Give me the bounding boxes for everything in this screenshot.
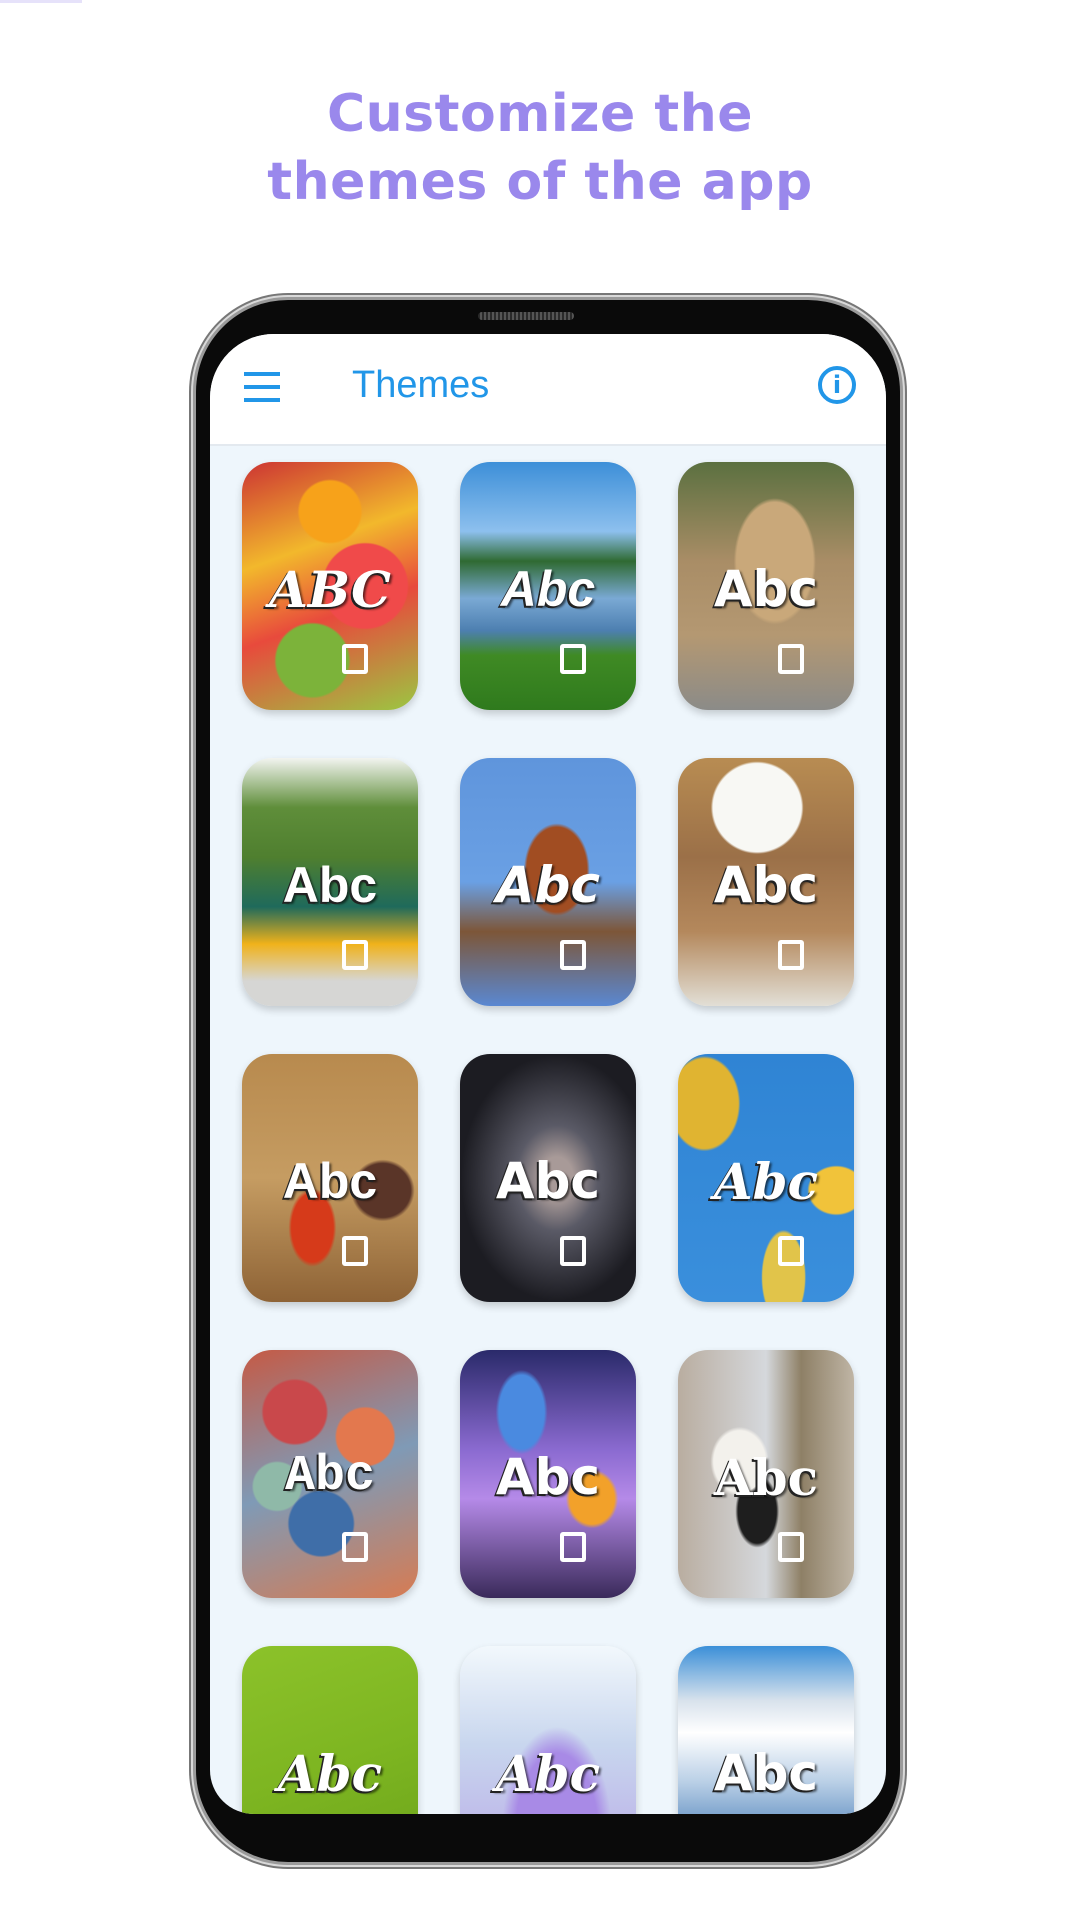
theme-preview-text: Abc bbox=[495, 1744, 601, 1803]
theme-card-balloons[interactable]: Abc bbox=[678, 1054, 854, 1302]
page-title: Themes bbox=[352, 364, 490, 406]
theme-checkbox[interactable] bbox=[778, 940, 804, 970]
theme-preview-text: Abc bbox=[500, 561, 596, 617]
theme-card-stones[interactable]: Abc bbox=[242, 1350, 418, 1598]
theme-card-galaxy[interactable]: Abc bbox=[460, 1054, 636, 1302]
headline-line-2: themes of the app bbox=[267, 152, 813, 212]
theme-preview-text: Abc bbox=[713, 1744, 819, 1802]
theme-card-leaf[interactable]: Abc bbox=[242, 1646, 418, 1814]
theme-card-mountain[interactable]: Abc bbox=[678, 1646, 854, 1814]
theme-preview-text: Abc bbox=[495, 856, 601, 914]
theme-card-reef[interactable]: Abc bbox=[460, 1350, 636, 1598]
theme-card-butterfly[interactable]: Abc bbox=[242, 1054, 418, 1302]
theme-preview-text: ABC bbox=[269, 560, 391, 619]
theme-checkbox[interactable] bbox=[560, 940, 586, 970]
theme-checkbox[interactable] bbox=[342, 1532, 368, 1562]
app-bar: Themes i bbox=[210, 334, 886, 446]
theme-card-vintage-cars[interactable]: Abc bbox=[242, 758, 418, 1006]
corner-mark bbox=[0, 0, 82, 3]
phone-frame: Themes i ABC Abc Abc Abc Abc Abc Abc Abc… bbox=[196, 300, 900, 1862]
info-icon[interactable]: i bbox=[818, 366, 856, 404]
theme-checkbox[interactable] bbox=[560, 1236, 586, 1266]
theme-preview-text: Abc bbox=[713, 1152, 819, 1211]
theme-card-flower[interactable]: Abc bbox=[460, 1646, 636, 1814]
theme-card-tea[interactable]: Abc bbox=[678, 758, 854, 1006]
app-screen: Themes i ABC Abc Abc Abc Abc Abc Abc Abc… bbox=[210, 334, 886, 1814]
hamburger-menu-icon[interactable] bbox=[244, 372, 280, 402]
theme-checkbox[interactable] bbox=[342, 1236, 368, 1266]
theme-preview-text: Abc bbox=[713, 560, 819, 618]
theme-checkbox[interactable] bbox=[778, 1532, 804, 1562]
theme-preview-text: Abc bbox=[713, 856, 819, 914]
theme-checkbox[interactable] bbox=[560, 644, 586, 674]
theme-checkbox[interactable] bbox=[778, 1236, 804, 1266]
theme-preview-text: Abc bbox=[495, 1448, 601, 1506]
theme-card-fruits[interactable]: ABC bbox=[242, 462, 418, 710]
theme-card-lake[interactable]: Abc bbox=[460, 462, 636, 710]
theme-preview-text: Abc bbox=[277, 1744, 383, 1803]
theme-checkbox[interactable] bbox=[560, 1532, 586, 1562]
theme-preview-text: Abc bbox=[713, 1448, 819, 1507]
theme-preview-text: Abc bbox=[495, 1152, 601, 1210]
theme-card-lion[interactable]: Abc bbox=[678, 462, 854, 710]
promo-headline: Customize the themes of the app bbox=[0, 80, 1080, 216]
theme-card-panda[interactable]: Abc bbox=[678, 1350, 854, 1598]
theme-preview-text: Abc bbox=[284, 1448, 375, 1505]
theme-card-red-panda[interactable]: Abc bbox=[460, 758, 636, 1006]
headline-line-1: Customize the bbox=[326, 84, 753, 144]
theme-preview-text: Abc bbox=[282, 857, 378, 913]
theme-checkbox[interactable] bbox=[342, 644, 368, 674]
theme-checkbox[interactable] bbox=[342, 940, 368, 970]
theme-preview-text: Abc bbox=[282, 1153, 378, 1209]
speaker-grille bbox=[478, 312, 574, 320]
theme-checkbox[interactable] bbox=[778, 644, 804, 674]
